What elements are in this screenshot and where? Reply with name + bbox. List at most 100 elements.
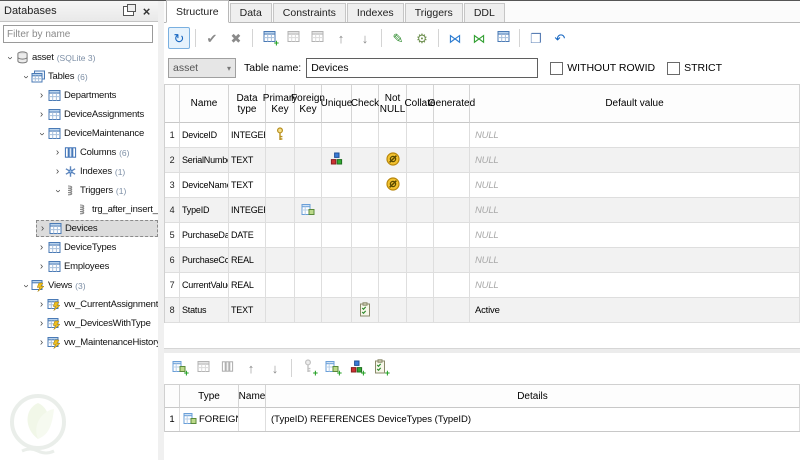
row-number-cell[interactable]: 1 xyxy=(165,408,180,431)
tree-item-columns[interactable]: › Columns (6) xyxy=(0,143,158,162)
close-panel-icon[interactable]: × xyxy=(139,4,154,19)
column-type-cell[interactable]: TEXT xyxy=(229,298,266,323)
rollback-structure-icon[interactable]: ✖ xyxy=(225,27,247,49)
tab-indexes[interactable]: Indexes xyxy=(346,3,404,22)
tree-item-devicetypes[interactable]: › DeviceTypes xyxy=(0,238,158,257)
column-type-cell[interactable]: REAL xyxy=(229,248,266,273)
expand-arrow-icon[interactable]: › xyxy=(21,71,32,82)
column-generated-cell[interactable] xyxy=(434,248,470,273)
move-column-down-icon[interactable]: ↓ xyxy=(354,27,376,49)
column-fk-cell[interactable] xyxy=(295,148,322,173)
tab-structure[interactable]: Structure xyxy=(166,0,229,23)
row-number-cell[interactable]: 7 xyxy=(165,273,180,298)
column-pk-cell[interactable] xyxy=(266,273,295,298)
column-notnull-cell[interactable] xyxy=(379,173,407,198)
edit-column-icon[interactable] xyxy=(282,27,304,49)
column-notnull-cell[interactable] xyxy=(379,223,407,248)
column-name-cell[interactable]: TypeID xyxy=(180,198,229,223)
tree-item-views[interactable]: › Views (3) xyxy=(0,276,158,295)
column-pk-cell[interactable] xyxy=(266,223,295,248)
column-default-cell[interactable]: NULL xyxy=(470,223,800,248)
tab-triggers[interactable]: Triggers xyxy=(404,3,463,22)
expand-arrow-icon[interactable]: › xyxy=(21,280,32,291)
column-fk-cell[interactable] xyxy=(295,273,322,298)
constraint-details-cell[interactable]: (TypeID) REFERENCES DeviceTypes (TypeID) xyxy=(266,408,800,431)
row-number-cell[interactable]: 4 xyxy=(165,198,180,223)
tree-item-trg-after-insert-maintenance[interactable]: trg_after_insert_maintenance xyxy=(0,200,210,219)
column-type-cell[interactable]: INTEGER xyxy=(229,123,266,148)
modify-table-icon[interactable] xyxy=(492,27,514,49)
column-collate-cell[interactable] xyxy=(407,198,434,223)
tree-item-vw-maintenancehistory[interactable]: › vw_MaintenanceHistory xyxy=(0,333,161,352)
column-pk-cell[interactable] xyxy=(266,198,295,223)
column-collate-cell[interactable] xyxy=(407,173,434,198)
column-fk-cell[interactable] xyxy=(295,248,322,273)
column-collate-cell[interactable] xyxy=(407,148,434,173)
tree-item-employees[interactable]: › Employees xyxy=(0,257,158,276)
add-foreign-key-icon[interactable]: + xyxy=(321,357,343,379)
column-collate-cell[interactable] xyxy=(407,273,434,298)
add-column-icon[interactable]: + xyxy=(258,27,280,49)
tree-item-triggers[interactable]: › Triggers (1) xyxy=(0,181,158,200)
column-name-cell[interactable]: PurchaseDate xyxy=(180,223,229,248)
column-type-cell[interactable]: TEXT xyxy=(229,148,266,173)
column-fk-cell[interactable] xyxy=(295,223,322,248)
constraint-name-cell[interactable] xyxy=(239,408,266,431)
column-pk-cell[interactable] xyxy=(266,173,295,198)
column-check-cell[interactable] xyxy=(352,198,379,223)
column-type-cell[interactable]: DATE xyxy=(229,223,266,248)
column-type-cell[interactable]: REAL xyxy=(229,273,266,298)
column-unique-cell[interactable] xyxy=(322,248,352,273)
column-collate-cell[interactable] xyxy=(407,248,434,273)
collapse-arrow-icon[interactable]: › xyxy=(36,261,47,272)
column-unique-cell[interactable] xyxy=(322,198,352,223)
tree-item-devices[interactable]: › Devices xyxy=(0,219,158,238)
column-name-cell[interactable]: Status xyxy=(180,298,229,323)
column-notnull-cell[interactable] xyxy=(379,248,407,273)
sort-columns-icon[interactable]: ⋈ xyxy=(468,27,490,49)
column-name-cell[interactable]: DeviceID xyxy=(180,123,229,148)
column-check-cell[interactable] xyxy=(352,148,379,173)
column-default-cell[interactable]: NULL xyxy=(470,173,800,198)
copy-table-icon[interactable]: ❐ xyxy=(525,27,547,49)
without-rowid-checkbox[interactable] xyxy=(550,61,564,75)
add-primary-key-icon[interactable]: + xyxy=(297,357,319,379)
tree-item-tables[interactable]: › Tables (6) xyxy=(0,67,158,86)
column-collate-cell[interactable] xyxy=(407,223,434,248)
column-unique-cell[interactable] xyxy=(322,148,352,173)
tree-item-asset[interactable]: › asset (SQLite 3) xyxy=(0,48,158,67)
delete-constraint-icon[interactable] xyxy=(216,357,238,379)
add-check-icon[interactable]: + xyxy=(369,357,391,379)
move-column-up-icon[interactable]: ↑ xyxy=(330,27,352,49)
column-pk-cell[interactable] xyxy=(266,123,295,148)
tab-data[interactable]: Data xyxy=(229,3,272,22)
expand-arrow-icon[interactable]: › xyxy=(53,185,64,196)
expand-arrow-icon[interactable]: › xyxy=(5,52,16,63)
collapse-arrow-icon[interactable]: › xyxy=(36,90,47,101)
column-unique-cell[interactable] xyxy=(322,298,352,323)
collapse-arrow-icon[interactable]: › xyxy=(36,242,47,253)
collapse-arrow-icon[interactable]: › xyxy=(52,147,63,158)
column-fk-cell[interactable] xyxy=(295,198,322,223)
move-constraint-down-icon[interactable]: ↓ xyxy=(264,357,286,379)
column-pk-cell[interactable] xyxy=(266,248,295,273)
collapse-arrow-icon[interactable]: › xyxy=(52,166,63,177)
column-default-cell[interactable]: NULL xyxy=(470,148,800,173)
strict-checkbox[interactable] xyxy=(667,61,681,75)
tree-item-departments[interactable]: › Departments xyxy=(0,86,158,105)
column-default-cell[interactable]: NULL xyxy=(470,273,800,298)
database-select[interactable]: asset ▾ xyxy=(168,58,236,78)
column-check-cell[interactable] xyxy=(352,123,379,148)
row-number-cell[interactable]: 6 xyxy=(165,248,180,273)
edit-constraint-icon[interactable] xyxy=(192,357,214,379)
tree-item-vw-deviceswithtype[interactable]: › vw_DevicesWithType xyxy=(0,314,158,333)
column-unique-cell[interactable] xyxy=(322,273,352,298)
refresh-icon[interactable]: ↻ xyxy=(168,27,190,49)
add-constraint-icon[interactable]: + xyxy=(168,357,190,379)
column-check-cell[interactable] xyxy=(352,248,379,273)
column-notnull-cell[interactable] xyxy=(379,198,407,223)
expand-arrow-icon[interactable]: › xyxy=(37,128,48,139)
column-default-cell[interactable]: NULL xyxy=(470,123,800,148)
tab-ddl[interactable]: DDL xyxy=(463,3,505,22)
column-default-cell[interactable]: NULL xyxy=(470,248,800,273)
